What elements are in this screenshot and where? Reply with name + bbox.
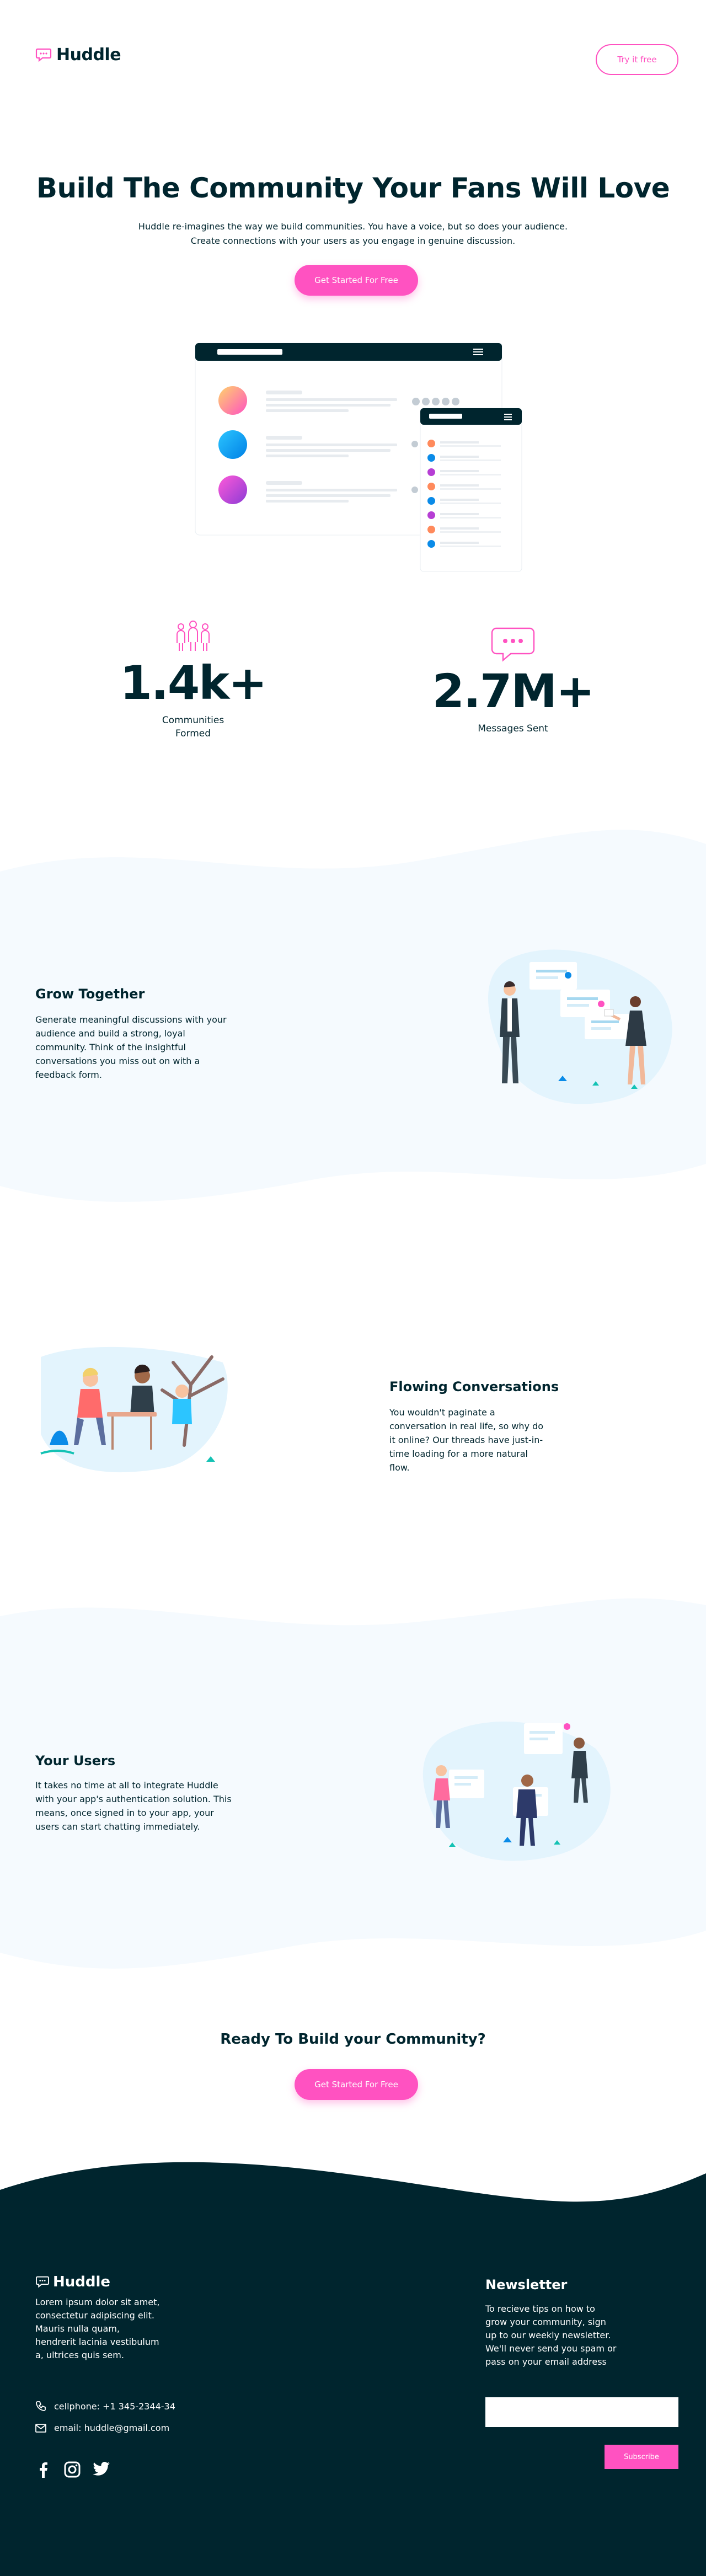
footer-description: Lorem ipsum dolor sit amet, consectetur … <box>35 2297 160 2360</box>
hero-title: Build The Community Your Fans Will Love <box>36 172 670 204</box>
app-mockup-illustration <box>195 343 522 572</box>
stat-value: 1.4k+ <box>120 656 267 710</box>
stat-label: Communities Formed <box>162 715 224 739</box>
logo[interactable]: Huddle <box>35 45 121 65</box>
chat-logo-icon <box>35 48 52 62</box>
stat-communities: 1.4k+ Communities Formed <box>110 617 276 740</box>
try-it-free-button[interactable]: Try it free <box>596 44 678 75</box>
social-links <box>35 2461 110 2478</box>
subscribe-button[interactable]: Subscribe <box>605 2445 678 2469</box>
grow-together-illustration <box>488 949 672 1104</box>
footer-phone: cellphone: +1 345-2344-34 <box>35 2401 175 2412</box>
footer-logo-text: Huddle <box>53 2274 111 2290</box>
feature-text: You wouldn't paginate a conversation in … <box>389 1407 544 1473</box>
feature-title: Flowing Conversations <box>389 1379 559 1394</box>
newsletter-description: To recieve tips on how to grow your comm… <box>485 2304 617 2367</box>
chat-bubble-icon <box>491 627 535 662</box>
get-started-button-bottom[interactable]: Get Started For Free <box>295 2069 418 2100</box>
get-started-button[interactable]: Get Started For Free <box>295 265 418 296</box>
feature-text: Generate meaningful discussions with you… <box>35 1014 227 1080</box>
people-icon <box>176 621 210 651</box>
logo-text: Huddle <box>56 45 121 65</box>
chat-logo-icon <box>36 2276 49 2288</box>
stat-messages: 2.7M+ Messages Sent <box>430 626 596 735</box>
newsletter-title: Newsletter <box>485 2277 568 2292</box>
feature-title: Your Users <box>35 1753 116 1768</box>
your-users-illustration <box>422 1722 611 1861</box>
stat-value: 2.7M+ <box>432 664 595 718</box>
feature-title: Grow Together <box>35 986 145 1002</box>
phone-icon <box>36 2401 46 2411</box>
twitter-icon[interactable] <box>93 2461 110 2477</box>
hero-description: Huddle re-imagines the way we build comm… <box>138 221 568 246</box>
facebook-icon[interactable] <box>35 2461 52 2478</box>
stat-label: Messages Sent <box>478 723 548 734</box>
email-icon <box>35 2423 46 2433</box>
site-header: Huddle Try it free <box>0 0 706 121</box>
ready-title: Ready To Build your Community? <box>220 2031 486 2048</box>
feature-text: It takes no time at all to integrate Hud… <box>35 1780 232 1832</box>
footer-email: email: huddle@gmail.com <box>35 2423 169 2433</box>
instagram-icon[interactable] <box>64 2461 81 2478</box>
flowing-conversations-illustration <box>40 1346 228 1473</box>
phone-text: cellphone: +1 345-2344-34 <box>54 2401 175 2412</box>
footer-logo[interactable]: Huddle <box>35 2274 110 2290</box>
email-text: email: huddle@gmail.com <box>54 2423 170 2433</box>
newsletter-email-input[interactable] <box>485 2397 678 2427</box>
landing-page: Huddle Try it free Build The Community Y… <box>0 0 706 2576</box>
